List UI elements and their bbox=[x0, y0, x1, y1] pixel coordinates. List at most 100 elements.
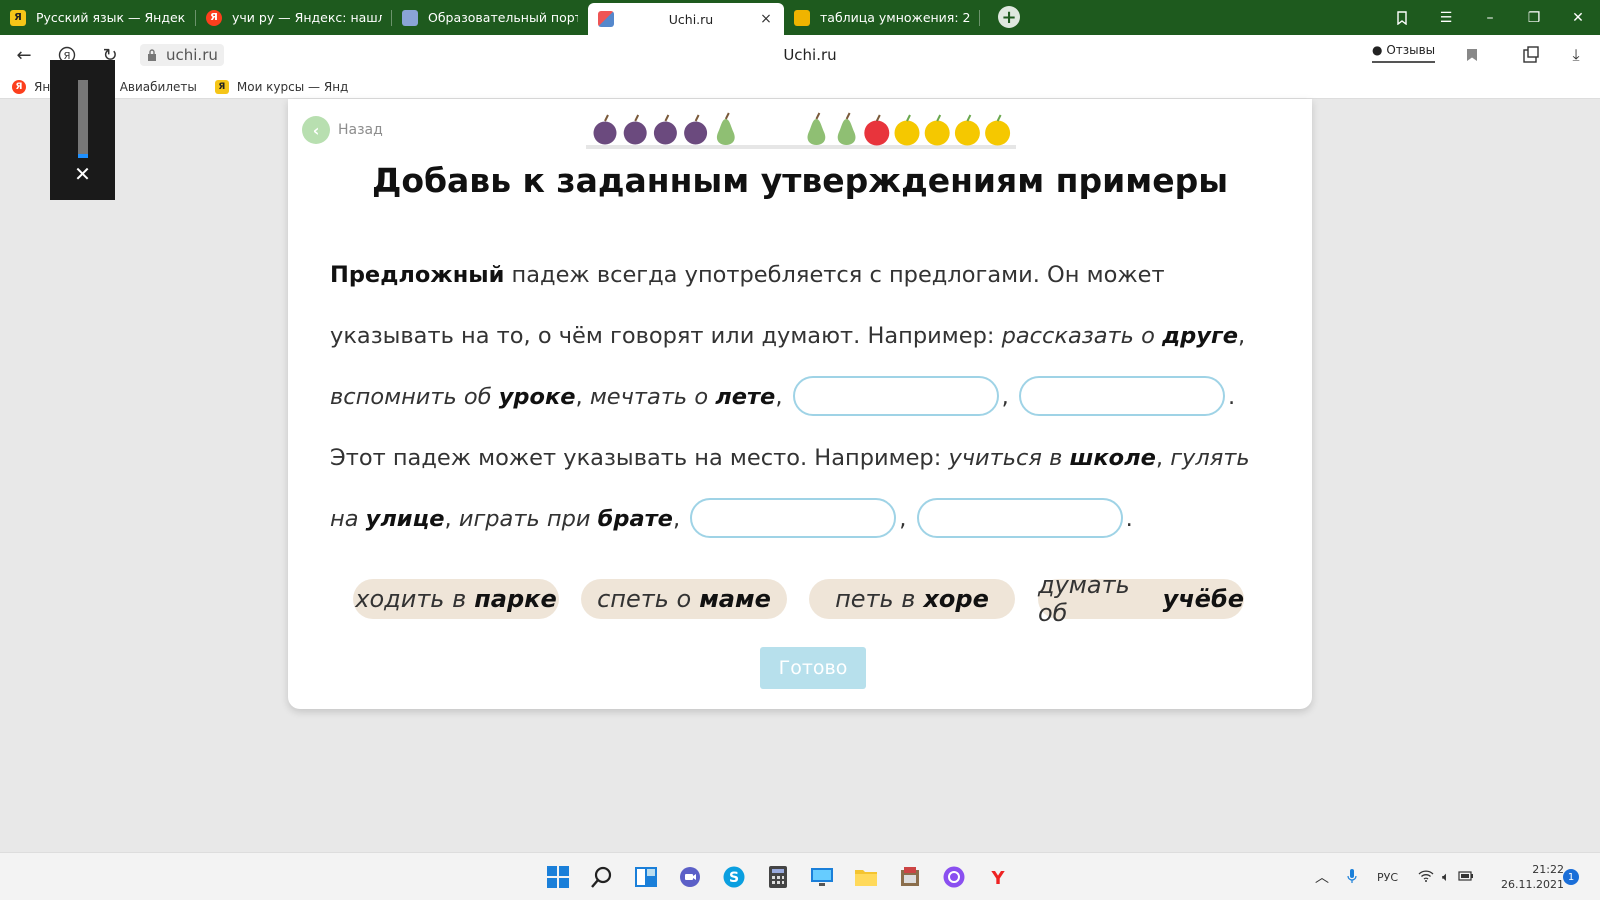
chip-prefix: петь в bbox=[835, 585, 916, 613]
tab-yandex-search[interactable]: Я учи ру — Яндекс: нашлос bbox=[196, 0, 392, 35]
chip-pet-v-khore[interactable]: петь в хоре bbox=[809, 579, 1015, 619]
file-explorer-icon[interactable] bbox=[852, 863, 880, 891]
new-tab-button[interactable]: + bbox=[998, 6, 1020, 28]
input-language[interactable]: РУС bbox=[1377, 871, 1398, 884]
comma: , bbox=[444, 506, 459, 532]
tab-uchi-ru[interactable]: Uchi.ru × bbox=[588, 3, 784, 35]
restore-icon[interactable]: ❐ bbox=[1512, 0, 1556, 35]
address-bar: ← Я ↻ uchi.ru Uchi.ru ● Отзывы ⤓ bbox=[0, 35, 1600, 75]
extensions-icon[interactable] bbox=[1521, 45, 1541, 65]
bookmark-label: Авиабилеты bbox=[119, 79, 197, 94]
chip-dumat-ob-uchebe[interactable]: думать об учёбе bbox=[1038, 571, 1244, 627]
fruit-progress-bar bbox=[586, 112, 1016, 149]
progress-fruit-plum bbox=[684, 114, 708, 145]
example-prefix: мечтать о bbox=[589, 384, 716, 410]
notification-badge[interactable]: 1 bbox=[1563, 869, 1579, 885]
progress-fruit-plum bbox=[593, 114, 617, 145]
app-icon[interactable] bbox=[896, 863, 924, 891]
comma: , bbox=[899, 506, 914, 532]
tab-multiplication-table[interactable]: таблица умножения: 2 ты bbox=[784, 0, 980, 35]
monitor-icon[interactable] bbox=[808, 863, 836, 891]
minimize-icon[interactable]: – bbox=[1468, 0, 1512, 35]
progress-fruit-pear bbox=[807, 112, 826, 145]
browser-tab-strip: Я Русский язык — Яндекс.У Я учи ру — Янд… bbox=[0, 0, 1600, 35]
url-field[interactable]: uchi.ru bbox=[140, 44, 224, 66]
svg-text:S: S bbox=[729, 870, 739, 886]
wifi-icon[interactable] bbox=[1418, 869, 1434, 885]
image-search-icon bbox=[794, 9, 810, 26]
example-word: лете bbox=[715, 384, 776, 410]
chip-prefix: ходить в bbox=[355, 585, 467, 613]
download-icon[interactable]: ⤓ bbox=[1566, 45, 1586, 65]
svg-text:Y: Y bbox=[990, 868, 1005, 889]
progress-fruit-plum bbox=[653, 114, 677, 145]
reviews-button[interactable]: ● Отзывы bbox=[1372, 43, 1436, 63]
tab-education-portal[interactable]: Образовательный портал bbox=[392, 0, 588, 35]
skype-icon[interactable]: S bbox=[720, 863, 748, 891]
bookmarks-bar: Я Яндекс ✈ Авиабилеты Я Мои курсы — Янд bbox=[0, 75, 1600, 99]
answer-slot-4[interactable] bbox=[916, 497, 1123, 538]
calculator-icon[interactable] bbox=[764, 863, 792, 891]
menu-icon[interactable]: ☰ bbox=[1424, 0, 1468, 35]
window-controls: ☰ – ❐ ✕ bbox=[1380, 0, 1600, 35]
tab-title: Uchi.ru bbox=[668, 11, 714, 27]
progress-fruit-lemon bbox=[954, 114, 980, 146]
answer-chips: ходить в парке спеть о маме петь в хоре дум… bbox=[353, 571, 1253, 627]
task-title: Добавь к заданным утверждениям примеры bbox=[371, 161, 1229, 200]
clock-time: 21:22 bbox=[1532, 863, 1564, 876]
yandex-uchebnik-icon: Я bbox=[214, 79, 229, 94]
answer-slot-1[interactable] bbox=[792, 375, 999, 416]
tab-title: Русский язык — Яндекс.У bbox=[36, 10, 186, 25]
close-volume-icon[interactable]: ✕ bbox=[50, 162, 115, 186]
widgets-icon[interactable] bbox=[632, 863, 660, 891]
chip-spet-o-mame[interactable]: спеть о маме bbox=[581, 579, 787, 619]
portal-icon bbox=[402, 9, 418, 26]
chat-icon[interactable] bbox=[676, 863, 704, 891]
volume-slider[interactable] bbox=[78, 80, 88, 158]
example-prefix: вспомнить об bbox=[330, 384, 499, 410]
uchi-icon bbox=[598, 11, 614, 27]
chevron-up-icon[interactable]: ︿ bbox=[1315, 867, 1329, 887]
answer-slot-3[interactable] bbox=[690, 497, 897, 538]
battery-icon[interactable] bbox=[1458, 870, 1474, 885]
yandex-browser-icon[interactable]: Y bbox=[984, 863, 1012, 891]
system-tray: ︿ РУС 🔈︎ bbox=[1315, 853, 1474, 900]
comma: , bbox=[575, 384, 590, 410]
back-button[interactable]: ‹ Назад bbox=[302, 116, 383, 144]
example-prefix: играть при bbox=[458, 506, 598, 532]
chevron-left-icon: ‹ bbox=[302, 116, 330, 144]
done-button[interactable]: Готово bbox=[760, 647, 866, 689]
clock[interactable]: 21:22 26.11.2021 bbox=[1494, 862, 1564, 892]
progress-track bbox=[586, 145, 1016, 149]
windows-start-icon[interactable] bbox=[544, 863, 572, 891]
microphone-icon[interactable] bbox=[1347, 868, 1357, 887]
chip-prefix: спеть о bbox=[597, 585, 692, 613]
progress-fruit-lemon bbox=[924, 114, 950, 146]
bookmark-icon[interactable] bbox=[1462, 45, 1482, 65]
back-arrow-icon[interactable]: ← bbox=[12, 43, 36, 67]
answer-slot-2[interactable] bbox=[1018, 375, 1225, 416]
chip-word: учёбе bbox=[1162, 585, 1244, 613]
volume-level-marker bbox=[78, 154, 88, 158]
tab-title: Образовательный портал bbox=[428, 10, 578, 25]
bookmark-my-courses[interactable]: Я Мои курсы — Янд bbox=[214, 79, 349, 94]
yandex-icon: Я bbox=[206, 9, 222, 26]
comma: , bbox=[1237, 323, 1246, 349]
close-window-icon[interactable]: ✕ bbox=[1556, 0, 1600, 35]
speaker-muted-icon[interactable]: 🔈︎ bbox=[1442, 870, 1450, 885]
example-word: брате bbox=[597, 506, 673, 532]
tab-title: учи ру — Яндекс: нашлос bbox=[232, 10, 382, 25]
comma: , bbox=[1155, 445, 1171, 471]
yandex-icon: Я bbox=[12, 79, 26, 94]
alice-icon[interactable] bbox=[940, 863, 968, 891]
chip-khodit-v-parke[interactable]: ходить в парке bbox=[353, 579, 559, 619]
close-tab-icon[interactable]: × bbox=[758, 11, 774, 27]
search-icon[interactable] bbox=[588, 863, 616, 891]
period: . bbox=[1125, 506, 1133, 532]
progress-fruit-pear bbox=[716, 112, 735, 145]
volume-overlay: ✕ bbox=[50, 60, 115, 200]
windows-taskbar: S Y ︿ РУС 🔈︎ 21:22 26.11.2021 1 bbox=[0, 852, 1600, 900]
bookmark-list-icon[interactable] bbox=[1380, 0, 1424, 35]
bookmark-label: Мои курсы — Янд bbox=[236, 79, 349, 94]
tab-russian-language[interactable]: Я Русский язык — Яндекс.У bbox=[0, 0, 196, 35]
